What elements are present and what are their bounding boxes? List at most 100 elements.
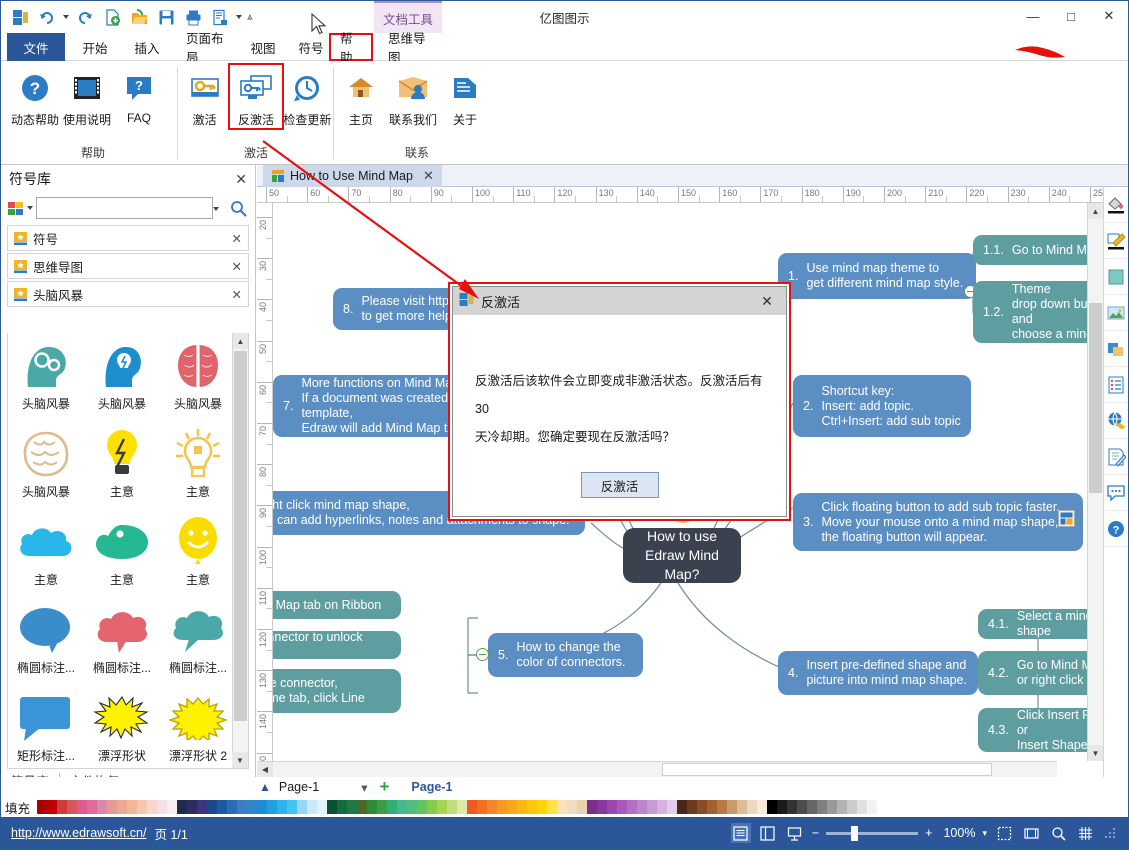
grid-icon[interactable]: [1075, 823, 1095, 843]
scrollbar-thumb[interactable]: [234, 351, 247, 721]
note-icon[interactable]: [1104, 439, 1128, 475]
color-swatch[interactable]: [107, 800, 117, 814]
color-swatch[interactable]: [757, 800, 767, 814]
color-swatch[interactable]: [817, 800, 827, 814]
hyperlink-globe-icon[interactable]: [1104, 403, 1128, 439]
color-swatch[interactable]: [737, 800, 747, 814]
close-library-icon[interactable]: ✕: [232, 287, 242, 302]
shape-item[interactable]: 主意: [84, 425, 160, 513]
color-swatch[interactable]: [787, 800, 797, 814]
shape-fill-icon[interactable]: [1104, 259, 1128, 295]
color-swatch[interactable]: [677, 800, 687, 814]
color-swatch[interactable]: [667, 800, 677, 814]
zoom-out-button[interactable]: −: [812, 826, 819, 840]
color-swatch[interactable]: [777, 800, 787, 814]
color-swatch[interactable]: [687, 800, 697, 814]
color-swatch[interactable]: [237, 800, 247, 814]
export-dropdown-icon[interactable]: [236, 15, 242, 19]
color-swatch[interactable]: [277, 800, 287, 814]
color-swatch[interactable]: [547, 800, 557, 814]
close-panel-icon[interactable]: ✕: [235, 171, 247, 188]
shape-item[interactable]: 主意: [8, 513, 84, 601]
scrollbar-thumb[interactable]: [662, 763, 992, 776]
color-swatch[interactable]: [117, 800, 127, 814]
canvas-vertical-scrollbar[interactable]: ▲ ▼: [1087, 203, 1103, 761]
canvas-horizontal-scrollbar[interactable]: ◀ ▶: [257, 761, 1057, 777]
maximize-button[interactable]: □: [1052, 1, 1090, 31]
color-swatch[interactable]: [867, 800, 877, 814]
color-swatch[interactable]: [857, 800, 867, 814]
color-swatch[interactable]: [637, 800, 647, 814]
shape-item[interactable]: 椭圆标注...: [84, 601, 160, 689]
search-dropdown-icon[interactable]: [213, 207, 219, 211]
color-swatch[interactable]: [847, 800, 857, 814]
chevron-up-icon[interactable]: ▲: [259, 780, 271, 794]
color-swatch[interactable]: [307, 800, 317, 814]
color-swatch[interactable]: [807, 800, 817, 814]
ribbon-tab-help[interactable]: 帮助: [329, 32, 373, 65]
deactivate-button[interactable]: 反激活: [228, 63, 284, 130]
color-swatch[interactable]: [327, 800, 337, 814]
chevron-down-icon[interactable]: ▾: [361, 780, 367, 795]
dynamic-help-button[interactable]: ? 动态帮助: [9, 65, 61, 128]
minimize-button[interactable]: —: [1014, 1, 1052, 31]
shape-item[interactable]: 椭圆标注...: [8, 601, 84, 689]
shape-item[interactable]: 头脑风暴: [8, 425, 84, 513]
color-swatch[interactable]: [607, 800, 617, 814]
pencil-line-icon[interactable]: [1104, 223, 1128, 259]
ribbon-tab-mindmap[interactable]: 思维导图: [379, 32, 441, 65]
color-swatch[interactable]: [507, 800, 517, 814]
color-swatch[interactable]: [267, 800, 277, 814]
color-swatch[interactable]: [197, 800, 207, 814]
color-swatch[interactable]: [577, 800, 587, 814]
color-swatch[interactable]: [207, 800, 217, 814]
color-swatch[interactable]: [297, 800, 307, 814]
color-swatch[interactable]: [597, 800, 607, 814]
color-swatch[interactable]: [727, 800, 737, 814]
shape-item[interactable]: 主意: [84, 513, 160, 601]
ribbon-tab-insert[interactable]: 插入: [125, 33, 169, 61]
scrollbar-thumb[interactable]: [1089, 303, 1102, 493]
color-swatch[interactable]: [137, 800, 147, 814]
color-swatch[interactable]: [167, 800, 177, 814]
mindmap-node-1-1[interactable]: 1.1. Go to Mind Map tab: [973, 235, 1087, 265]
open-icon[interactable]: [128, 6, 150, 28]
mindmap-center-node[interactable]: How to use Edraw Mind Map?: [623, 528, 741, 583]
shape-item[interactable]: 主意: [160, 513, 236, 601]
color-swatch[interactable]: [127, 800, 137, 814]
ribbon-tab-page-layout[interactable]: 页面布局: [177, 32, 239, 65]
color-swatch[interactable]: [747, 800, 757, 814]
color-swatch[interactable]: [177, 800, 187, 814]
color-swatch[interactable]: [377, 800, 387, 814]
document-tab[interactable]: How to Use Mind Map ✕: [263, 165, 442, 187]
export-icon[interactable]: [209, 6, 231, 28]
close-library-icon[interactable]: ✕: [232, 231, 242, 246]
color-swatch[interactable]: [257, 800, 267, 814]
mindmap-node-1-2[interactable]: 1.2. Click Mind Map Theme drop down butt…: [973, 267, 1087, 356]
ribbon-tab-view[interactable]: 视图: [241, 33, 285, 61]
ribbon-tab-file[interactable]: 文件: [7, 33, 65, 61]
color-swatch[interactable]: [487, 800, 497, 814]
shape-item[interactable]: 头脑风暴: [8, 337, 84, 425]
color-swatch[interactable]: [37, 800, 47, 814]
zoom-in-button[interactable]: +: [925, 826, 932, 840]
fit-page-icon[interactable]: [994, 823, 1014, 843]
scroll-up-icon[interactable]: ▲: [1088, 203, 1103, 219]
scroll-up-icon[interactable]: ▲: [233, 333, 248, 349]
color-swatch[interactable]: [227, 800, 237, 814]
check-update-button[interactable]: 检查更新: [282, 65, 333, 128]
shape-item[interactable]: 头脑风暴: [84, 337, 160, 425]
scroll-down-icon[interactable]: ▼: [232, 752, 248, 768]
edraw-logo-icon[interactable]: [9, 6, 31, 28]
color-swatch[interactable]: [447, 800, 457, 814]
list-icon[interactable]: [1104, 367, 1128, 403]
mindmap-node-5-2[interactable]: Click Lock Connector to unlock connector…: [273, 630, 401, 659]
undo-dropdown-icon[interactable]: [63, 15, 69, 19]
activate-button[interactable]: 激活: [179, 65, 230, 128]
add-page-button[interactable]: +: [379, 777, 389, 797]
help-circle-icon[interactable]: ?: [1104, 511, 1128, 547]
mindmap-node-5-3[interactable]: Select the connector, go to Home tab, cl…: [273, 669, 401, 713]
collapse-toggle[interactable]: [476, 648, 489, 661]
color-swatch[interactable]: [57, 800, 67, 814]
color-swatch[interactable]: [517, 800, 527, 814]
